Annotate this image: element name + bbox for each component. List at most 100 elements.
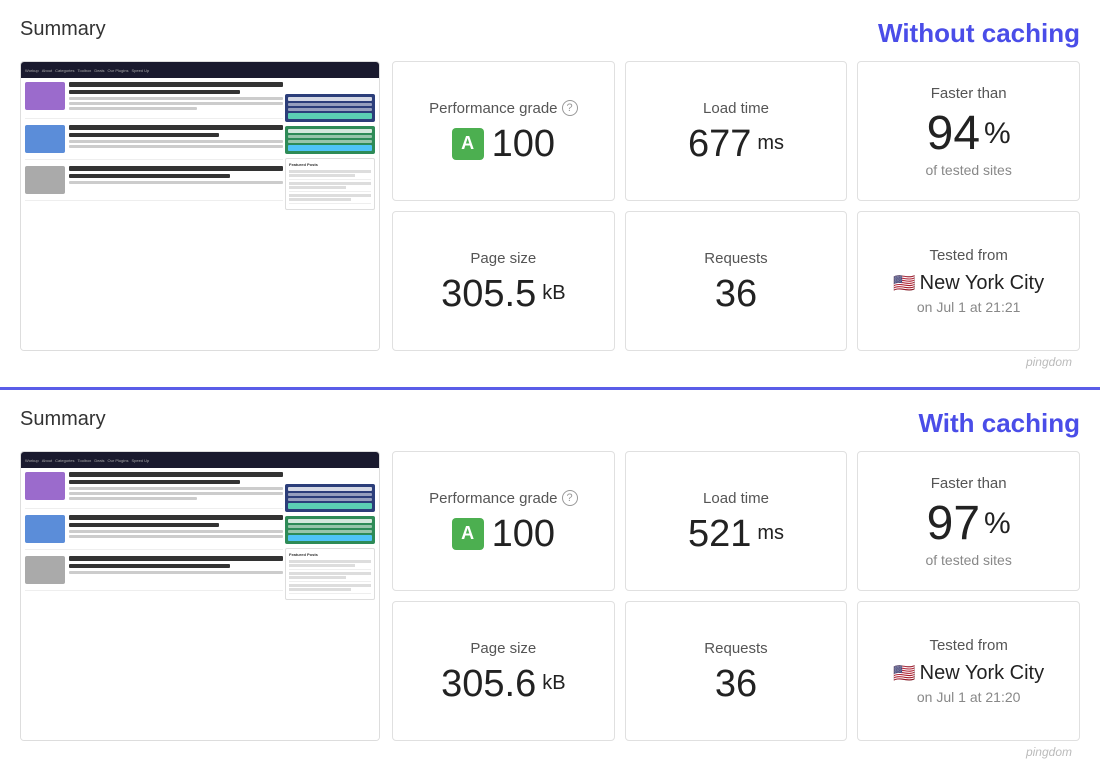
loadtime-unit-1: ms bbox=[757, 132, 784, 155]
featured-item-2a bbox=[289, 560, 371, 570]
fake-ad-btn-1 bbox=[288, 113, 372, 119]
fake-title-2a bbox=[69, 472, 283, 477]
metrics-grid-2: Performance grade ? A 100 Load time 521 … bbox=[392, 451, 1080, 741]
featured-item-2c bbox=[289, 584, 371, 594]
pagesize-value-row-2: 305.6 kB bbox=[441, 665, 565, 703]
fake-ad-btn-2b bbox=[288, 535, 372, 541]
fake-sidebar-1: Featured Posts bbox=[285, 94, 375, 346]
requests-label-2: Requests bbox=[704, 640, 767, 657]
metric-card-loadtime-2: Load time 521 ms bbox=[625, 451, 848, 591]
fake-line-2f bbox=[69, 571, 283, 574]
fake-post-1 bbox=[25, 82, 283, 119]
pagesize-unit-2: kB bbox=[542, 672, 565, 695]
nav-link-2e: Our Plugins bbox=[108, 458, 129, 463]
fake-line-3 bbox=[69, 107, 197, 110]
fake-title-6 bbox=[69, 174, 230, 178]
pagesize-value-1: 305.5 bbox=[441, 275, 536, 313]
nav-link: Deals bbox=[94, 68, 104, 73]
featured-item-1 bbox=[289, 170, 371, 180]
featured-posts-title-2: Featured Posts bbox=[289, 552, 371, 557]
section-body-1: Workup About Categories Toolbox Deals Ou… bbox=[20, 61, 1080, 351]
fake-ad-btn-2 bbox=[288, 145, 372, 151]
fake-featured-1: Featured Posts bbox=[285, 158, 375, 210]
fake-post-2a bbox=[25, 472, 283, 509]
requests-value-1: 36 bbox=[715, 275, 757, 313]
pingdom-watermark-1: pingdom bbox=[20, 351, 1080, 373]
help-icon-2[interactable]: ? bbox=[562, 490, 578, 506]
fake-title-4 bbox=[69, 133, 219, 137]
nav-link: Speed Up bbox=[131, 68, 149, 73]
featured-item-2 bbox=[289, 182, 371, 192]
metric-card-requests-2: Requests 36 bbox=[625, 601, 848, 741]
metric-card-requests-1: Requests 36 bbox=[625, 211, 848, 351]
pingdom-watermark-2: pingdom bbox=[20, 741, 1080, 763]
section-header-2: Summary With caching bbox=[20, 408, 1080, 439]
fake-nav-2: Workup About Categories Toolbox Deals Ou… bbox=[21, 452, 379, 468]
faster-unit-2: % bbox=[984, 507, 1011, 541]
fake-title-5 bbox=[69, 166, 283, 171]
fake-line-2c bbox=[69, 497, 197, 500]
loadtime-value-2: 521 bbox=[688, 515, 751, 553]
fake-line-2a bbox=[69, 487, 283, 490]
fake-line-5 bbox=[69, 145, 283, 148]
fake-browser-1: Workup About Categories Toolbox Deals Ou… bbox=[21, 62, 379, 350]
fake-line-6 bbox=[69, 181, 283, 184]
nav-link: About bbox=[42, 68, 52, 73]
preview-screenshot-1: Workup About Categories Toolbox Deals Ou… bbox=[20, 61, 380, 351]
fake-featured-2: Featured Posts bbox=[285, 548, 375, 600]
section-body-2: Workup About Categories Toolbox Deals Ou… bbox=[20, 451, 1080, 741]
fake-ad-title-2 bbox=[288, 129, 372, 133]
faster-sub-2: of tested sites bbox=[925, 552, 1011, 568]
requests-label-1: Requests bbox=[704, 250, 767, 267]
fake-post-2b bbox=[25, 515, 283, 550]
fake-ad-1 bbox=[285, 94, 375, 122]
performance-label-1: Performance grade ? bbox=[429, 100, 577, 117]
fake-ad-line-3 bbox=[288, 135, 372, 138]
fake-ad-line-2a bbox=[288, 493, 372, 496]
fake-title-2f bbox=[69, 564, 230, 568]
tested-city-1: New York City bbox=[920, 272, 1045, 295]
featured-item-2b bbox=[289, 572, 371, 582]
loadtime-unit-2: ms bbox=[757, 522, 784, 545]
help-icon-1[interactable]: ? bbox=[562, 100, 578, 116]
fake-ad-title-2b bbox=[288, 519, 372, 523]
tested-date-1: on Jul 1 at 21:21 bbox=[917, 299, 1021, 315]
section-heading-2: With caching bbox=[918, 408, 1080, 439]
fake-line-2e bbox=[69, 535, 283, 538]
fake-ad-line-2 bbox=[288, 108, 372, 111]
faster-label-2: Faster than bbox=[931, 475, 1007, 492]
performance-value-row-1: A 100 bbox=[452, 125, 555, 163]
metric-card-performance-2: Performance grade ? A 100 bbox=[392, 451, 615, 591]
fake-ad-title-2a bbox=[288, 487, 372, 491]
performance-value-row-2: A 100 bbox=[452, 515, 555, 553]
flag-emoji-2: 🇺🇸 bbox=[893, 663, 915, 684]
fake-ad-line-4 bbox=[288, 140, 372, 143]
fake-post-text-3 bbox=[69, 166, 283, 194]
grade-badge-1: A bbox=[452, 128, 484, 160]
metric-card-tested-2: Tested from 🇺🇸 New York City on Jul 1 at… bbox=[857, 601, 1080, 741]
section-header-1: Summary Without caching bbox=[20, 18, 1080, 49]
tested-city-2: New York City bbox=[920, 662, 1045, 685]
pagesize-label-1: Page size bbox=[470, 250, 536, 267]
metric-card-pagesize-1: Page size 305.5 kB bbox=[392, 211, 615, 351]
faster-value-1: 94 bbox=[927, 110, 980, 158]
pagesize-value-2: 305.6 bbox=[441, 665, 536, 703]
loadtime-value-row-1: 677 ms bbox=[688, 125, 784, 163]
nav-link: Categories bbox=[55, 68, 74, 73]
grade-number-2: 100 bbox=[492, 515, 555, 553]
grade-number-1: 100 bbox=[492, 125, 555, 163]
fake-line-2d bbox=[69, 530, 283, 533]
metric-card-faster-2: Faster than 97 % of tested sites bbox=[857, 451, 1080, 591]
nav-logo: Workup bbox=[25, 68, 39, 73]
summary-title-1: Summary bbox=[20, 18, 106, 41]
summary-title-2: Summary bbox=[20, 408, 106, 431]
nav-link-2c: Toolbox bbox=[78, 458, 92, 463]
flag-emoji-1: 🇺🇸 bbox=[893, 273, 915, 294]
requests-value-row-2: 36 bbox=[715, 665, 757, 703]
pagesize-unit-1: kB bbox=[542, 282, 565, 305]
nav-link-2a: About bbox=[42, 458, 52, 463]
loadtime-label-1: Load time bbox=[703, 100, 769, 117]
metrics-grid-1: Performance grade ? A 100 Load time 677 … bbox=[392, 61, 1080, 351]
fake-ad-line-2c bbox=[288, 525, 372, 528]
fake-line-2b bbox=[69, 492, 283, 495]
